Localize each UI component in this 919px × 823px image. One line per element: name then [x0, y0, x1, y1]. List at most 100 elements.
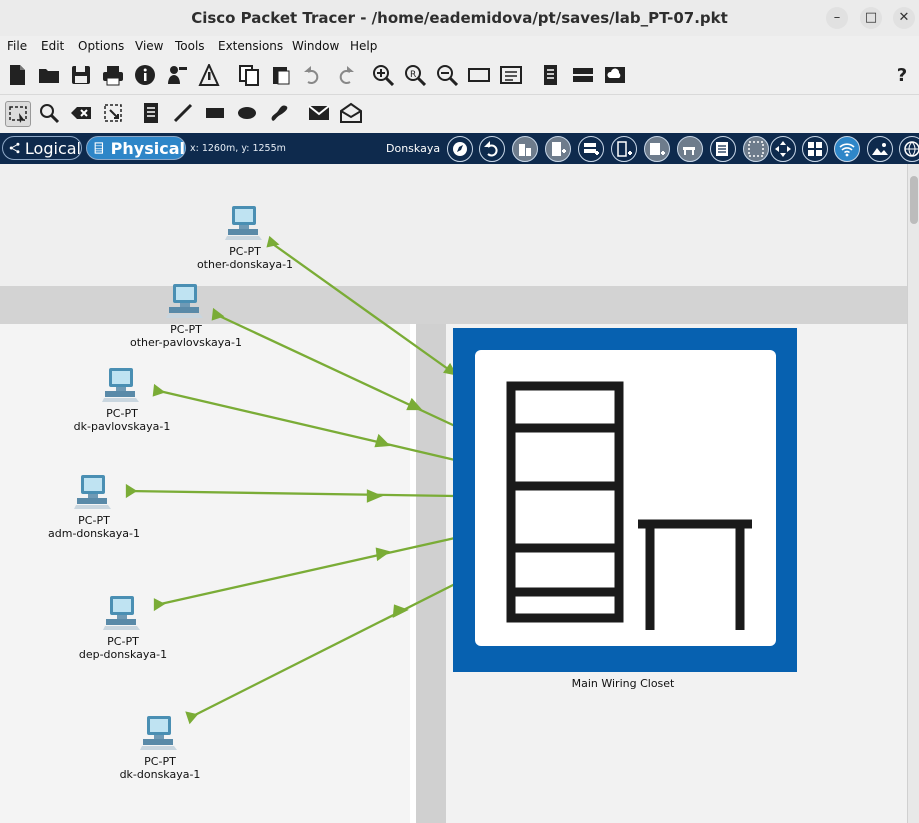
physical-workspace[interactable]: Main Wiring Closet PC-PT other-donskaya-…: [0, 164, 907, 823]
activity-wizard-icon[interactable]: [165, 63, 189, 87]
title-bar: Cisco Packet Tracer - /home/eademidova/p…: [0, 0, 919, 37]
custom-device-icon[interactable]: [499, 63, 523, 87]
move-object-icon[interactable]: [710, 136, 736, 162]
resize-icon[interactable]: [101, 101, 125, 125]
vertical-scrollbar[interactable]: [907, 164, 919, 823]
device-name: dk-donskaya-1: [119, 768, 201, 781]
workspace-background: [0, 164, 907, 823]
select-icon[interactable]: [5, 101, 31, 127]
layout-icon[interactable]: [802, 136, 828, 162]
zoom-reset-icon[interactable]: R: [403, 63, 427, 87]
svg-text:R: R: [410, 70, 416, 80]
current-location: Donskaya: [386, 142, 441, 155]
room-left: [0, 324, 410, 823]
new-city-icon[interactable]: [512, 136, 538, 162]
physical-rack-icon: [94, 142, 104, 154]
undo-icon[interactable]: [301, 63, 325, 87]
menu-bar: File Edit Options View Tools Extensions …: [0, 36, 919, 58]
back-icon[interactable]: [479, 136, 505, 162]
device-name: dep-donskaya-1: [78, 648, 168, 661]
pc-icon[interactable]: [224, 204, 264, 244]
drawing-palette-icon[interactable]: [467, 63, 491, 87]
logical-topology-icon: [9, 142, 20, 154]
new-desk-icon[interactable]: [677, 136, 703, 162]
device-type: PC-PT: [78, 514, 110, 527]
device-name: dk-pavlovskaya-1: [73, 420, 171, 433]
background-image-icon[interactable]: [867, 136, 893, 162]
navigation-icon[interactable]: [447, 136, 473, 162]
menu-options[interactable]: Options: [78, 39, 124, 53]
menu-file[interactable]: File: [7, 39, 27, 53]
line-icon[interactable]: [171, 101, 195, 125]
copy-icon[interactable]: [237, 63, 261, 87]
info-icon[interactable]: [133, 63, 157, 87]
redo-icon[interactable]: [333, 63, 357, 87]
delete-icon[interactable]: [69, 101, 93, 125]
new-table-icon[interactable]: [644, 136, 670, 162]
device-name: other-pavlovskaya-1: [130, 336, 242, 349]
menu-edit[interactable]: Edit: [41, 39, 64, 53]
tab-physical[interactable]: Physical: [86, 136, 186, 160]
viewport-icon[interactable]: [571, 63, 595, 87]
pan-icon[interactable]: [770, 136, 796, 162]
closet-inner: [475, 350, 776, 646]
close-button[interactable]: ✕: [893, 7, 915, 29]
zoom-in-icon[interactable]: [371, 63, 395, 87]
main-toolbar: R ?: [0, 58, 919, 95]
new-file-icon[interactable]: [5, 63, 29, 87]
globe-icon[interactable]: [899, 136, 919, 162]
tools-toolbar: [0, 95, 919, 132]
new-building-icon[interactable]: [545, 136, 571, 162]
window-title: Cisco Packet Tracer - /home/eademidova/p…: [191, 9, 728, 27]
tab-logical[interactable]: Logical: [2, 136, 82, 160]
minimize-button[interactable]: –: [826, 7, 848, 29]
cluster-icon[interactable]: [539, 63, 563, 87]
corridor: [0, 286, 907, 324]
zoom-out-icon[interactable]: [435, 63, 459, 87]
wireless-icon[interactable]: [834, 136, 860, 162]
menu-window[interactable]: Window: [292, 39, 339, 53]
pc-icon[interactable]: [102, 594, 142, 634]
main-wiring-closet[interactable]: [453, 328, 797, 672]
scrollbar-thumb[interactable]: [910, 176, 918, 224]
note-icon[interactable]: [139, 101, 163, 125]
device-name: other-donskaya-1: [196, 258, 294, 271]
menu-tools[interactable]: Tools: [175, 39, 205, 53]
grid-icon[interactable]: [743, 136, 769, 162]
print-icon[interactable]: [101, 63, 125, 87]
workspace-nav-bar: Logical Physical x: 1260m, y: 1255m Dons…: [0, 133, 919, 164]
open-folder-icon[interactable]: [37, 63, 61, 87]
cursor-coordinates: x: 1260m, y: 1255m: [190, 143, 286, 154]
cloud-icon[interactable]: [603, 63, 627, 87]
network-info-icon[interactable]: [197, 63, 221, 87]
tab-physical-label: Physical: [110, 138, 185, 158]
freeform-icon[interactable]: [267, 101, 291, 125]
menu-extensions[interactable]: Extensions: [218, 39, 283, 53]
paste-icon[interactable]: [269, 63, 293, 87]
menu-help[interactable]: Help: [350, 39, 377, 53]
tab-logical-label: Logical: [24, 138, 81, 158]
pc-icon[interactable]: [101, 366, 141, 406]
inspect-icon[interactable]: [37, 101, 61, 125]
menu-view[interactable]: View: [135, 39, 163, 53]
ellipse-icon[interactable]: [235, 101, 259, 125]
help-icon[interactable]: ?: [890, 63, 914, 87]
device-type: PC-PT: [144, 755, 176, 768]
pc-icon[interactable]: [165, 282, 205, 322]
save-icon[interactable]: [69, 63, 93, 87]
new-closet-icon[interactable]: [578, 136, 604, 162]
complex-pdu-icon[interactable]: [339, 101, 363, 125]
maximize-button[interactable]: □: [860, 7, 882, 29]
pc-icon[interactable]: [139, 714, 179, 754]
rectangle-icon[interactable]: [203, 101, 227, 125]
pc-icon[interactable]: [73, 473, 113, 513]
device-name: adm-donskaya-1: [48, 527, 140, 540]
new-rack-icon[interactable]: [611, 136, 637, 162]
closet-label: Main Wiring Closet: [571, 677, 675, 690]
simple-pdu-icon[interactable]: [307, 101, 331, 125]
device-type: PC-PT: [106, 407, 138, 420]
device-type: PC-PT: [170, 323, 202, 336]
device-type: PC-PT: [229, 245, 261, 258]
corridor-vertical: [416, 324, 446, 823]
device-type: PC-PT: [107, 635, 139, 648]
